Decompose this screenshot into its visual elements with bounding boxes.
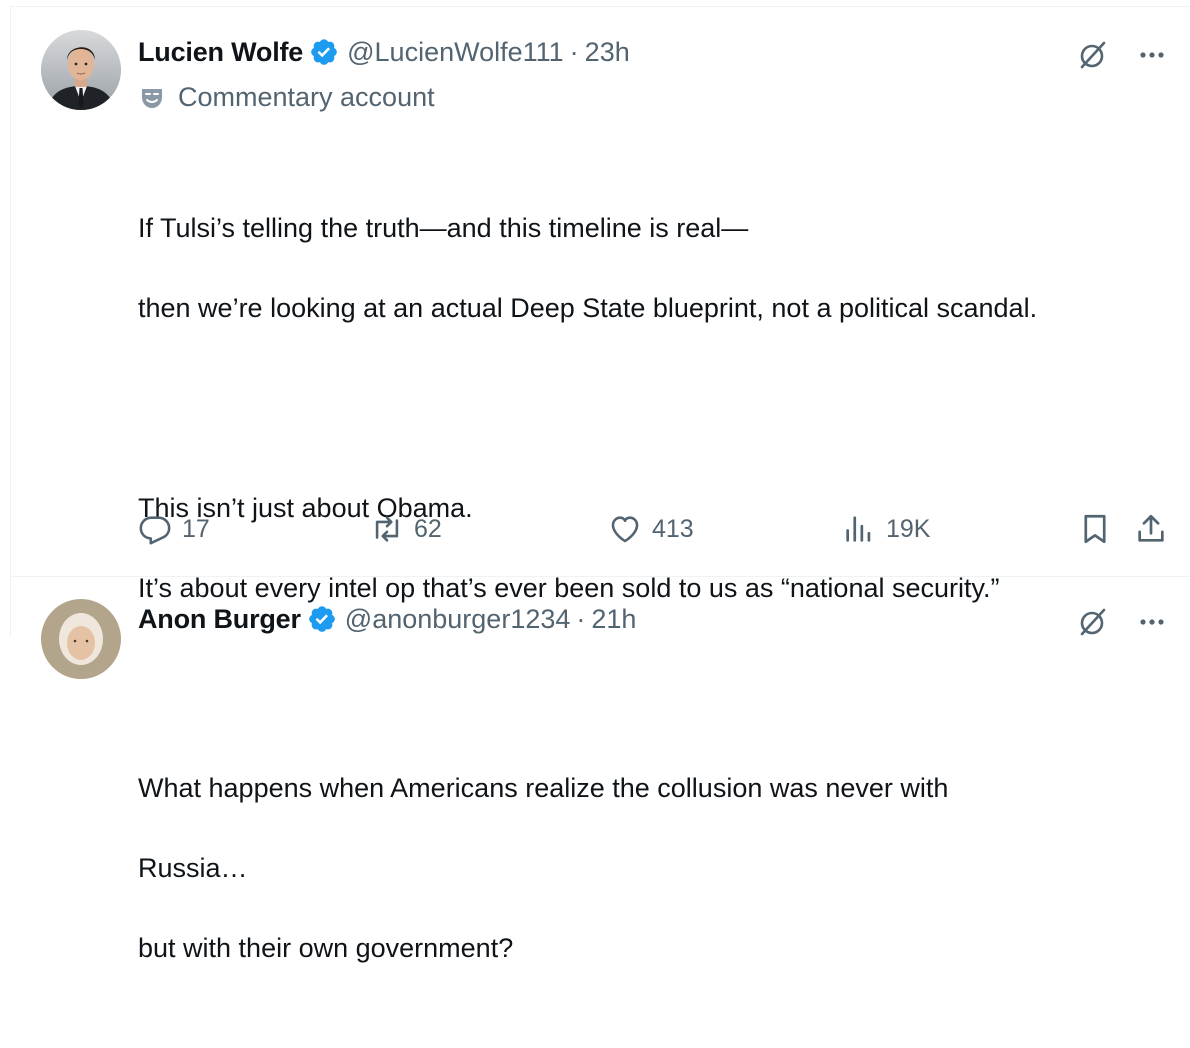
tweet-top-actions <box>1076 605 1168 639</box>
tweet[interactable]: Anon Burger @anonburger1234 · 21h <box>10 577 1190 679</box>
timestamp[interactable]: 21h <box>591 604 636 635</box>
views-button[interactable]: 19K <box>842 512 930 546</box>
tweet-line: If Tulsi’s telling the truth—and this ti… <box>138 213 749 243</box>
tweet[interactable]: Lucien Wolfe @LucienWolfe111 · 23h Comme… <box>10 6 1190 963</box>
repost-count: 62 <box>414 514 442 543</box>
separator-dot: · <box>569 36 579 67</box>
more-icon[interactable] <box>1136 606 1168 638</box>
tweet-paragraph: What happens when Americans realize the … <box>138 728 1188 1008</box>
repost-button[interactable]: 62 <box>370 512 442 546</box>
like-count: 413 <box>652 514 694 543</box>
author-name[interactable]: Anon Burger <box>138 604 301 635</box>
view-count: 19K <box>886 514 931 543</box>
verified-badge-icon[interactable] <box>309 37 339 67</box>
avatar-image <box>41 599 121 679</box>
share-icon <box>1138 514 1164 542</box>
repost-icon <box>375 516 399 542</box>
avatar[interactable] <box>41 599 121 679</box>
author-handle[interactable]: @LucienWolfe111 <box>347 37 564 68</box>
reply-icon <box>139 516 171 545</box>
share-button[interactable] <box>1134 512 1168 546</box>
avatar-image <box>41 30 121 110</box>
views-icon <box>846 516 871 542</box>
tweet-action-bar: 17 62 413 19K <box>138 512 1172 552</box>
avatar[interactable] <box>41 30 121 110</box>
grok-icon[interactable] <box>1076 38 1110 72</box>
commentary-account-label: Commentary account <box>178 82 435 112</box>
reply-count: 17 <box>182 514 210 543</box>
verified-badge-icon[interactable] <box>307 604 337 634</box>
comedy-mask-icon <box>142 88 162 108</box>
timestamp[interactable]: 23h <box>585 37 630 68</box>
tweet-header: Lucien Wolfe @LucienWolfe111 · 23h <box>138 34 630 70</box>
separator-dot: · <box>576 603 586 634</box>
bookmark-icon <box>1084 514 1106 544</box>
author-handle[interactable]: @anonburger1234 <box>345 604 571 635</box>
bookmark-button[interactable] <box>1078 512 1112 546</box>
tweet-paragraph: If Tulsi’s telling the truth—and this ti… <box>138 168 1188 368</box>
like-button[interactable]: 413 <box>608 512 694 546</box>
more-icon[interactable] <box>1136 39 1168 71</box>
tweet-line: What happens when Americans realize the … <box>138 773 949 803</box>
reply-button[interactable]: 17 <box>138 512 210 546</box>
account-label: Commentary account <box>138 82 435 113</box>
grok-icon[interactable] <box>1076 605 1110 639</box>
tweet-line: Russia… <box>138 853 248 883</box>
author-name[interactable]: Lucien Wolfe <box>138 37 303 68</box>
tweet-top-actions <box>1076 38 1168 72</box>
tweet-line: then we’re looking at an actual Deep Sta… <box>138 293 1038 323</box>
heart-icon <box>611 516 639 543</box>
tweet-line: but with their own government? <box>138 933 514 963</box>
